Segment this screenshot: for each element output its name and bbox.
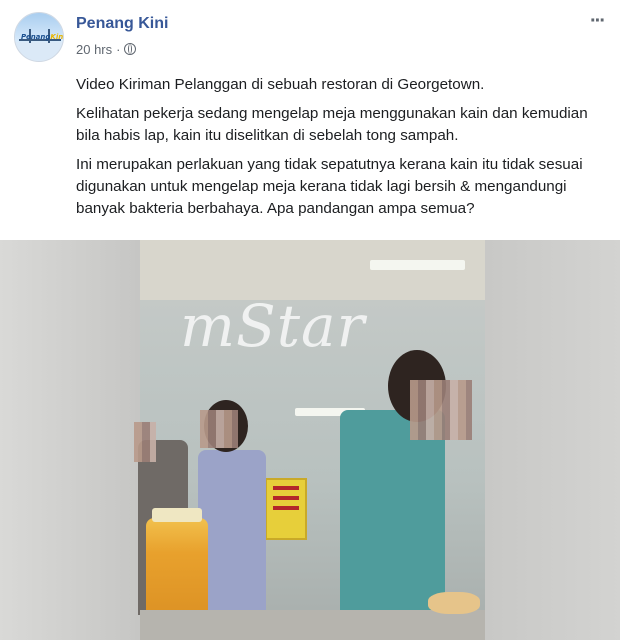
post-video[interactable]: mStar	[0, 240, 620, 640]
meta-separator: ·	[116, 42, 121, 57]
post-text: Video Kiriman Pelanggan di sebuah restor…	[76, 74, 606, 227]
ceiling	[140, 240, 485, 300]
video-blur-right	[485, 240, 620, 640]
post-paragraph: Ini merupakan perlakuan yang tidak sepat…	[76, 156, 583, 217]
post-paragraph: Kelihatan pekerja sedang mengelap meja m…	[76, 105, 588, 144]
post-paragraph: Video Kiriman Pelanggan di sebuah restor…	[76, 76, 485, 93]
video-blur-left	[0, 240, 140, 640]
page-name-link[interactable]: Penang Kini	[76, 15, 168, 33]
person-middle	[198, 450, 266, 615]
face-blur	[410, 380, 472, 440]
facebook-post: PenangKini Penang Kini 20 hrs · ··· Video…	[0, 0, 620, 640]
watermark-logo: mStar	[180, 292, 366, 360]
jar-lid	[152, 508, 202, 522]
post-meta: 20 hrs ·	[76, 42, 137, 57]
cleaning-cloth	[428, 592, 480, 614]
post-timestamp[interactable]: 20 hrs	[76, 42, 112, 57]
wall-poster	[265, 478, 307, 540]
face-blur	[134, 422, 156, 462]
ceiling-light	[370, 260, 465, 270]
more-options-icon[interactable]: ···	[590, 10, 606, 33]
counter	[140, 610, 485, 640]
person-worker	[340, 410, 445, 615]
globe-icon[interactable]	[124, 43, 137, 55]
post-header: PenangKini Penang Kini 20 hrs · ···	[0, 0, 620, 64]
face-blur	[200, 410, 238, 448]
page-avatar[interactable]: PenangKini	[14, 12, 64, 62]
avatar-logo: PenangKini	[21, 33, 64, 41]
